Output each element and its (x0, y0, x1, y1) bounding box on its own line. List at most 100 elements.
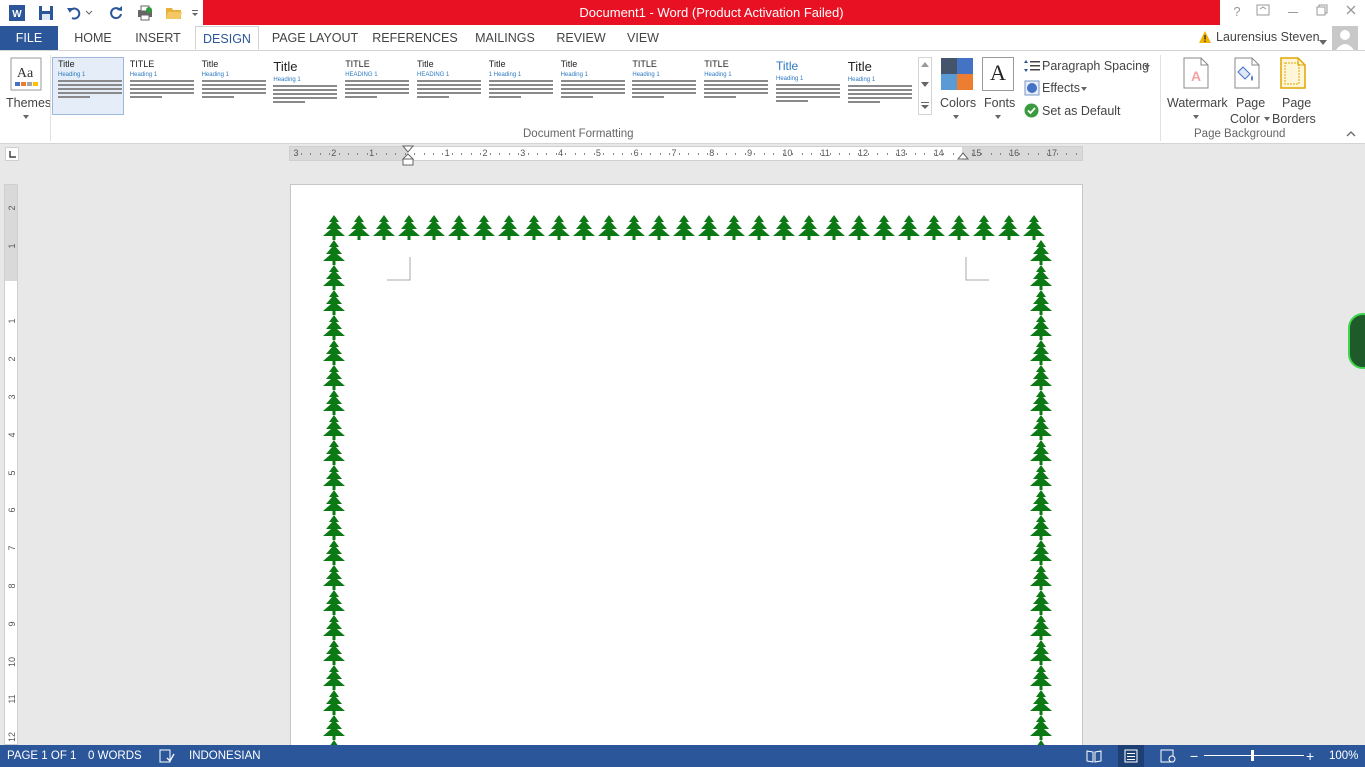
style-set-thumbnail[interactable]: Title 1 Heading 1 (486, 57, 556, 113)
read-mode-icon[interactable] (1086, 749, 1102, 763)
style-set-thumbnail[interactable]: Title Heading 1 (270, 57, 340, 113)
style-set-title: TITLE (632, 59, 657, 69)
colors-button[interactable]: Colors (938, 55, 976, 127)
tab-insert[interactable]: INSERT (128, 26, 188, 50)
ribbon-display-options-icon[interactable] (1252, 3, 1274, 21)
collapse-ribbon-icon[interactable] (1346, 130, 1356, 138)
themes-icon: Aa (10, 57, 42, 91)
tree-border-tile (1030, 315, 1052, 340)
tree-border-tile (323, 240, 345, 265)
floating-bubble[interactable] (1348, 313, 1365, 369)
tab-mailings[interactable]: MAILINGS (470, 26, 540, 50)
tree-border-tile (1030, 640, 1052, 665)
tree-border-tile (1030, 240, 1052, 265)
minimize-icon[interactable] (1282, 3, 1304, 21)
tree-border-tile (773, 215, 795, 240)
user-name[interactable]: Laurensius Steven (1216, 30, 1320, 44)
style-set-thumbnail[interactable]: TITLE Heading 1 (701, 57, 771, 113)
customize-qat-icon[interactable] (190, 2, 200, 24)
repeat-icon[interactable] (105, 2, 127, 24)
zoom-level[interactable]: 100% (1329, 745, 1358, 767)
ruler-tick (1018, 153, 1020, 155)
gallery-more-icon[interactable] (921, 102, 929, 110)
ruler-tick (924, 153, 926, 155)
ruler-tick (319, 153, 321, 155)
style-set-title: Title (488, 59, 506, 69)
colors-icon (941, 58, 973, 90)
ruler-tick (470, 153, 472, 155)
style-set-thumbnail[interactable]: Title Heading 1 (558, 57, 628, 113)
zoom-in-button[interactable]: + (1306, 745, 1314, 767)
ribbon-tab-bar: FILE HOME INSERT DESIGN PAGE LAYOUT REFE… (0, 26, 1365, 50)
document-page[interactable] (290, 184, 1083, 755)
page-count[interactable]: PAGE 1 OF 1 (7, 745, 76, 767)
style-set-thumbnail[interactable]: Title Heading 1 (845, 57, 915, 113)
tree-border-tile (323, 390, 345, 415)
tree-border-tile (323, 315, 345, 340)
style-set-thumbnail[interactable]: Title Heading 1 (773, 57, 843, 113)
avatar[interactable] (1332, 26, 1358, 50)
tab-page-layout[interactable]: PAGE LAYOUT (268, 26, 362, 50)
gallery-up-icon[interactable] (921, 62, 929, 68)
paragraph-spacing-button[interactable]: Paragraph Spacing (1022, 57, 1158, 75)
tab-file[interactable]: FILE (0, 26, 58, 50)
paragraph-spacing-dropdown-icon (1144, 65, 1150, 69)
tree-border-tile (798, 215, 820, 240)
proofing-icon[interactable] (159, 749, 175, 763)
gallery-scrollbar[interactable] (918, 57, 932, 115)
tab-references[interactable]: REFERENCES (372, 26, 458, 50)
web-layout-icon[interactable] (1160, 749, 1176, 763)
undo-dropdown-icon[interactable] (84, 2, 94, 24)
ruler-tick (574, 153, 576, 155)
word-count[interactable]: 0 WORDS (88, 745, 142, 767)
language[interactable]: INDONESIAN (189, 745, 261, 767)
undo-icon[interactable] (64, 2, 86, 24)
style-set-thumbnail[interactable]: Title Heading 1 (55, 57, 125, 113)
print-layout-button[interactable] (1118, 745, 1144, 767)
help-icon[interactable]: ? (1226, 3, 1248, 21)
style-set-title: Title (273, 59, 298, 74)
style-set-thumbnail[interactable]: Title HEADING 1 (414, 57, 484, 113)
tab-review[interactable]: REVIEW (552, 26, 610, 50)
ruler-tick (1009, 153, 1011, 155)
fonts-button[interactable]: A Fonts (980, 55, 1018, 127)
user-dropdown-icon[interactable] (1319, 35, 1327, 49)
vertical-ruler-number: 1 (7, 318, 17, 324)
restore-icon[interactable] (1311, 3, 1333, 21)
indent-marker-icon[interactable] (402, 145, 414, 167)
style-set-title: Title (58, 59, 75, 69)
ruler-tick (329, 153, 331, 155)
ruler-tick (565, 153, 567, 155)
open-folder-icon[interactable] (163, 2, 185, 24)
style-set-title: Title (560, 59, 578, 69)
gallery-down-icon[interactable] (921, 82, 929, 88)
page-color-button[interactable]: Page Color (1228, 55, 1272, 127)
style-set-thumbnail[interactable]: TITLE Heading 1 (629, 57, 699, 113)
style-set-thumbnail[interactable]: TITLE HEADING 1 (342, 57, 412, 113)
status-bar: PAGE 1 OF 1 0 WORDS INDONESIAN − + 100% (0, 745, 1365, 767)
tab-design[interactable]: DESIGN (195, 26, 259, 50)
style-set-thumbnail[interactable]: TITLE Heading 1 (127, 57, 197, 113)
right-indent-marker-icon[interactable] (957, 152, 969, 162)
style-set-thumbnail[interactable]: Title Heading 1 (199, 57, 269, 113)
save-icon[interactable] (35, 2, 57, 24)
zoom-slider-track[interactable] (1204, 755, 1304, 756)
effects-button[interactable]: Effects (1022, 79, 1102, 97)
style-set-body-preview (776, 84, 840, 102)
tab-view[interactable]: VIEW (620, 26, 666, 50)
tab-home[interactable]: HOME (66, 26, 120, 50)
vertical-ruler[interactable]: 2 1 1 2 3 4 5 6 7 8 9 10 11 12 (4, 184, 18, 745)
tree-border-tile (323, 415, 345, 440)
style-set-heading: Heading 1 (129, 72, 158, 78)
zoom-out-button[interactable]: − (1190, 745, 1198, 767)
set-as-default-button[interactable]: Set as Default (1022, 102, 1132, 120)
watermark-button[interactable]: A Watermark (1164, 55, 1228, 127)
themes-button[interactable]: Aa Themes (4, 55, 51, 125)
ruler-tick (508, 153, 510, 155)
zoom-slider-thumb[interactable] (1251, 750, 1254, 761)
page-borders-button[interactable]: Page Borders (1272, 55, 1318, 127)
tab-selector[interactable] (5, 147, 19, 161)
ruler-tick (536, 153, 538, 155)
close-icon[interactable] (1340, 3, 1362, 21)
print-preview-icon[interactable] (134, 2, 156, 24)
